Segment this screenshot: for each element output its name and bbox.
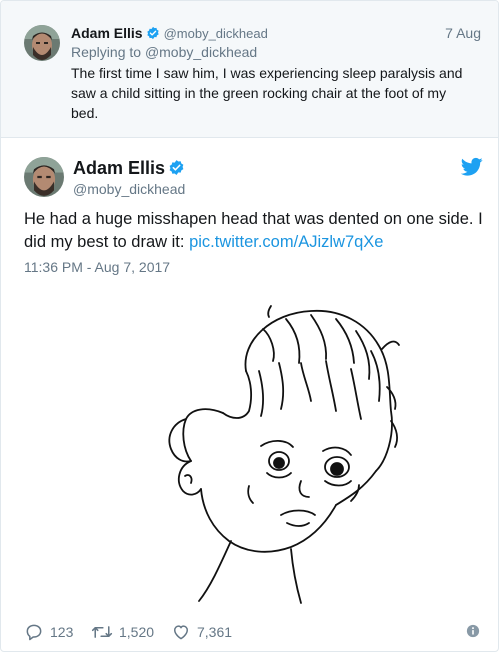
verified-badge-icon <box>146 26 160 43</box>
author-handle[interactable]: @moby_dickhead <box>73 181 185 197</box>
reply-icon <box>26 624 42 641</box>
reply-button[interactable]: 123 <box>24 621 73 643</box>
author-name[interactable]: Adam Ellis <box>73 158 165 178</box>
tweet-timestamp[interactable]: 11:36 PM - Aug 7, 2017 <box>24 259 170 275</box>
parent-tweet-text: The first time I saw him, I was experien… <box>71 65 463 121</box>
avatar[interactable] <box>24 25 60 61</box>
tweet-embed: Adam Ellis @moby_dickhead 7 Aug Replying … <box>0 0 499 652</box>
author-handle[interactable]: @moby_dickhead <box>164 26 268 41</box>
avatar[interactable] <box>24 157 64 197</box>
replying-prefix: Replying to <box>71 44 142 60</box>
like-count: 7,361 <box>197 624 233 640</box>
twitter-bird-icon[interactable] <box>460 157 483 177</box>
reply-count: 123 <box>50 624 74 640</box>
tweet-text: He had a huge misshapen head that was de… <box>24 208 484 254</box>
retweet-count: 1,520 <box>119 624 155 640</box>
like-button[interactable]: 7,361 <box>171 621 232 643</box>
replying-to: Replying to @moby_dickhead <box>71 44 257 60</box>
tweet-actions: 123 1,520 7,361 <box>24 621 484 643</box>
info-icon[interactable] <box>466 624 482 640</box>
author-name[interactable]: Adam Ellis <box>71 25 143 41</box>
retweet-icon <box>91 626 113 638</box>
author-name-row: Adam Ellis <box>73 158 185 181</box>
like-icon <box>174 625 188 640</box>
verified-badge-icon <box>168 159 185 181</box>
replying-mention[interactable]: @moby_dickhead <box>145 44 257 60</box>
tweet-date[interactable]: 7 Aug <box>445 25 481 41</box>
parent-tweet[interactable]: Adam Ellis @moby_dickhead 7 Aug Replying … <box>1 1 498 138</box>
retweet-button[interactable]: 1,520 <box>91 621 154 643</box>
media-link[interactable]: pic.twitter.com/AJizlw7qXe <box>189 233 383 251</box>
parent-tweet-header: Adam Ellis @moby_dickhead 7 Aug <box>71 25 481 43</box>
tweet-image-drawing[interactable] <box>151 301 441 606</box>
